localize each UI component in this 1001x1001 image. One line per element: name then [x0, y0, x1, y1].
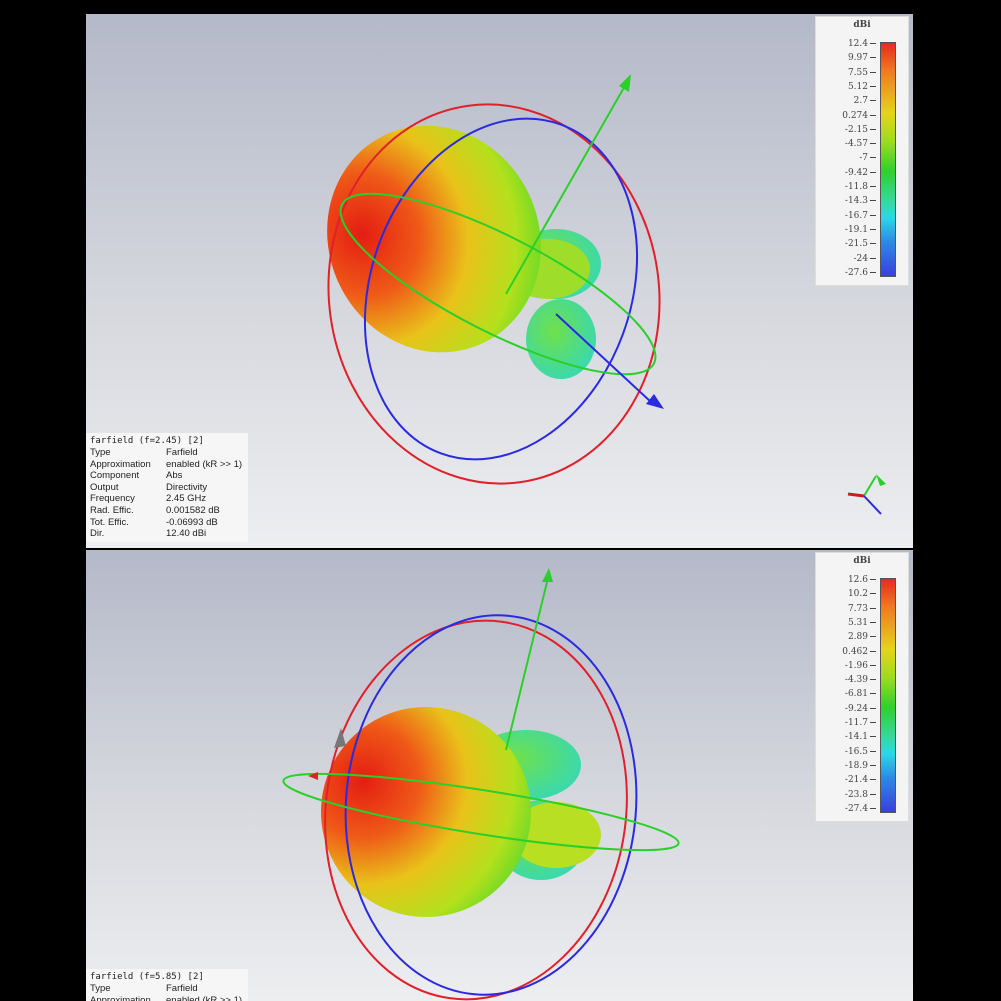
colorbar-tick: 2.89	[848, 632, 876, 642]
info-value: Abs	[166, 470, 183, 482]
info-row: Type Farfield	[90, 983, 242, 995]
colorbar-tick: 12.4	[848, 39, 876, 49]
info-value: Farfield	[166, 447, 198, 458]
info-row: Dir. 12.40 dBi	[90, 528, 242, 540]
info-value: Directivity	[166, 481, 208, 493]
info-label: Rad. Effic.	[90, 504, 134, 516]
colorbar-gradient	[880, 42, 896, 277]
info-row: Rad. Effic. 0.001582 dB	[90, 505, 242, 517]
info-row: Output Directivity	[90, 482, 242, 494]
colorbar-tick: -23.8	[845, 790, 876, 800]
info-row: Type Farfield	[90, 447, 242, 459]
info-value: Farfield	[166, 983, 198, 994]
orientation-axes-icon	[876, 474, 886, 486]
farfield-3d-pattern[interactable]	[86, 550, 913, 1001]
z-arrow-head	[542, 568, 553, 582]
info-value: enabled (kR >> 1)	[166, 458, 243, 470]
colorbar-tick: -9.42	[845, 168, 876, 178]
info-value: 12.40 dBi	[166, 528, 207, 540]
colorbar-tick: -4.57	[845, 139, 876, 149]
colorbar-tick: -4.39	[845, 675, 876, 685]
colorbar-tick: -11.7	[845, 718, 876, 728]
info-title: farfield (f=5.85) [2]	[90, 972, 204, 982]
colorbar: dBi 12.6 10.2 7.73 5.31 2.89 0.462 -1.96 -4.39 -…	[815, 552, 909, 822]
info-label: Output	[90, 481, 119, 493]
info-label: Approximation	[90, 458, 151, 470]
colorbar-tick: -6.81	[845, 689, 876, 699]
colorbar-tick: -19.1	[845, 225, 876, 235]
colorbar-tick: -14.3	[845, 196, 876, 206]
info-value: -0.06993 dB	[166, 516, 218, 528]
info-label: Type	[90, 983, 111, 994]
info-row: Approximation enabled (kR >> 1)	[90, 995, 242, 1001]
colorbar-tick: 7.55	[848, 68, 876, 78]
colorbar-tick: 10.2	[848, 589, 876, 599]
info-row: Approximation enabled (kR >> 1)	[90, 459, 242, 471]
colorbar-tick: 2.7	[854, 96, 876, 106]
colorbar-tick: -16.7	[845, 211, 876, 221]
colorbar-tick: -1.96	[845, 661, 876, 671]
colorbar-tick: -27.6	[845, 268, 876, 278]
colorbar: dBi 12.4 9.97 7.55 5.12 2.7 0.274 -2.15 -4.57 -7…	[815, 16, 909, 286]
farfield-view-5-85ghz[interactable]: dBi 12.6 10.2 7.73 5.31 2.89 0.462 -1.96 -4.39 -…	[86, 550, 913, 1001]
colorbar-tick: -14.1	[845, 732, 876, 742]
z-arrow-head	[619, 74, 631, 92]
info-row: Component Abs	[90, 470, 242, 482]
colorbar-tick: -24	[854, 254, 877, 264]
info-value: 0.001582 dB	[166, 504, 220, 516]
farfield-info-box: farfield (f=2.45) [2] Type Farfield Approx…	[86, 433, 249, 542]
main-lobe	[321, 707, 531, 917]
colorbar-tick: -7	[859, 153, 876, 163]
info-label: Type	[90, 447, 111, 458]
mini-z-axis	[863, 475, 877, 497]
colorbar-tick: -27.4	[845, 804, 876, 814]
colorbar-tick: 5.31	[848, 618, 876, 628]
info-row: Frequency 2.45 GHz	[90, 493, 242, 505]
colorbar-tick: -11.8	[845, 182, 876, 192]
colorbar-tick: 0.274	[842, 111, 876, 121]
side-lobe	[526, 299, 596, 379]
farfield-info-box: farfield (f=5.85) [2] Type Farfield Approx…	[86, 969, 249, 1001]
colorbar-tick: -21.5	[845, 239, 876, 249]
colorbar-tick: 7.73	[848, 604, 876, 614]
info-label: Dir.	[90, 528, 105, 540]
colorbar-unit: dBi	[853, 20, 871, 30]
colorbar-tick: -18.9	[845, 761, 876, 771]
colorbar-tick: 12.6	[848, 575, 876, 585]
mini-y-axis	[847, 492, 865, 498]
info-label: Tot. Effic.	[90, 516, 129, 528]
info-label: Frequency	[90, 493, 135, 505]
colorbar-tick: -2.15	[845, 125, 876, 135]
colorbar-tick: 9.97	[848, 53, 876, 63]
info-title: farfield (f=2.45) [2]	[90, 436, 204, 446]
info-value: 2.45 GHz	[166, 493, 207, 505]
x-arrow-head	[646, 394, 664, 409]
z-axis-arrow	[505, 577, 549, 751]
mini-x-axis	[863, 495, 882, 515]
colorbar-tick: -21.4	[845, 775, 876, 785]
info-row: Tot. Effic. -0.06993 dB	[90, 517, 242, 529]
info-value: enabled (kR >> 1)	[166, 994, 243, 1001]
colorbar-tick: 5.12	[848, 82, 876, 92]
info-label: Component	[90, 470, 140, 482]
info-label: Approximation	[90, 994, 151, 1001]
colorbar-tick: -16.5	[845, 747, 876, 757]
colorbar-gradient	[880, 578, 896, 813]
colorbar-tick: -9.24	[845, 704, 876, 714]
colorbar-unit: dBi	[853, 556, 871, 566]
colorbar-tick: 0.462	[842, 647, 876, 657]
farfield-view-2-45ghz[interactable]: dBi 12.4 9.97 7.55 5.12 2.7 0.274 -2.15 -4.57 -7…	[86, 14, 913, 548]
